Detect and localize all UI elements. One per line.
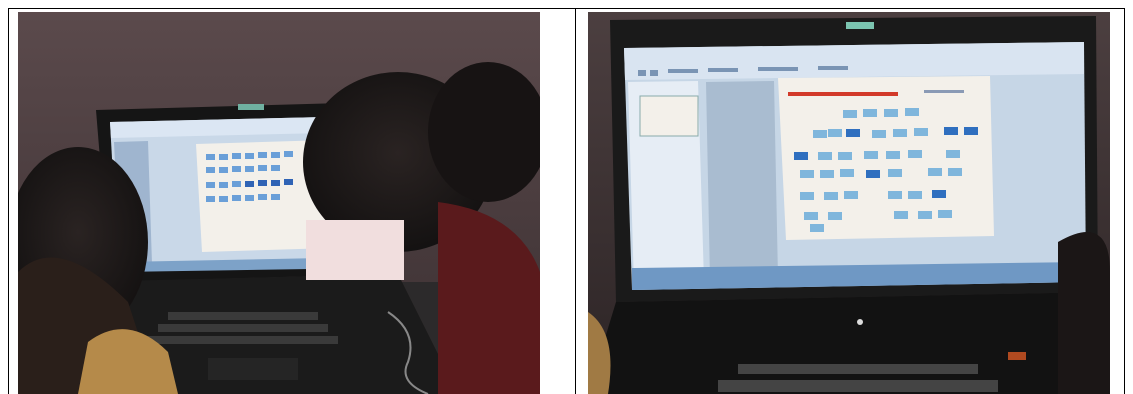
photo-left (18, 12, 540, 394)
table-divider (575, 8, 576, 394)
photo-left-image (18, 12, 540, 394)
figure-frame (0, 0, 1133, 394)
photo-right-image (588, 12, 1110, 394)
photo-right (588, 12, 1110, 394)
